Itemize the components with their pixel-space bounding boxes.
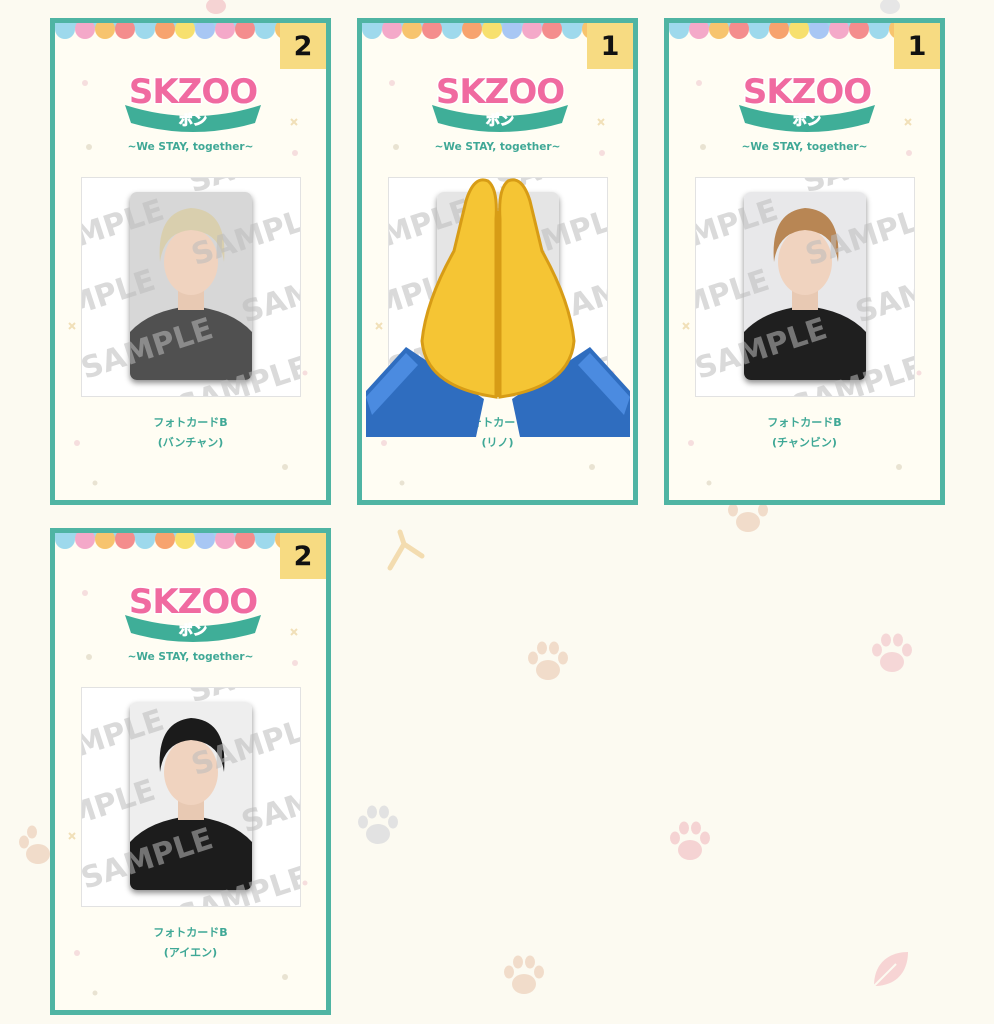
portrait-image bbox=[130, 702, 252, 890]
quantity-badge: 2 bbox=[280, 533, 326, 579]
photocard-frame: SAMPLE SAMPLE SAMPLE SAMPLE SAMPLE SAMPL… bbox=[695, 177, 915, 397]
tagline: ~We STAY, together~ bbox=[127, 141, 254, 153]
photocard-frame: SAMPLE SAMPLE SAMPLE SAMPLE SAMPLE SAMPL… bbox=[81, 687, 301, 907]
skzoo-pon-logo: ポン SKZOO bbox=[432, 71, 568, 132]
svg-text:ポン: ポン bbox=[486, 112, 514, 129]
tagline: ~We STAY, together~ bbox=[741, 141, 868, 153]
member-name: (チャンビン) bbox=[772, 436, 837, 449]
quantity-badge: 2 bbox=[280, 23, 326, 69]
svg-text:SKZOO: SKZOO bbox=[436, 72, 564, 112]
svg-text:ポン: ポン bbox=[793, 112, 821, 129]
tagline: ~We STAY, together~ bbox=[127, 651, 254, 663]
paw-print-icon bbox=[358, 805, 398, 844]
photocard-item[interactable]: 2 ポン SKZOO ~We STAY, together~ SAMPLE SA… bbox=[50, 18, 331, 505]
paw-print-icon bbox=[19, 825, 50, 864]
portrait-image bbox=[744, 192, 866, 380]
skzoo-pon-logo: ポン SKZOO bbox=[125, 71, 261, 132]
item-name: フォトカードB bbox=[153, 416, 228, 429]
photocard-item[interactable]: 2 ポン SKZOO ~We STAY, together~ SAMPLE SA… bbox=[50, 528, 331, 1015]
quantity-badge: 1 bbox=[894, 23, 940, 69]
tagline: ~We STAY, together~ bbox=[434, 141, 561, 153]
blond-hair-photocard bbox=[130, 192, 252, 380]
photocard-item[interactable]: 1 ポン SKZOO ~We STAY, together~ SAMPLE SA… bbox=[357, 18, 638, 505]
paw-print-icon bbox=[528, 641, 568, 680]
skzoo-pon-logo: ポン SKZOO bbox=[739, 71, 875, 132]
paw-print-icon bbox=[728, 503, 768, 532]
leaf-icon bbox=[873, 952, 908, 987]
paw-print-icon bbox=[670, 821, 710, 860]
svg-text:ポン: ポン bbox=[179, 622, 207, 639]
svg-text:SKZOO: SKZOO bbox=[129, 72, 257, 112]
item-name: フォトカードB bbox=[767, 416, 842, 429]
member-name: (バンチャン) bbox=[157, 436, 224, 449]
paw-print-icon bbox=[206, 0, 226, 14]
portrait-image bbox=[130, 192, 252, 380]
folded-hands-emoji bbox=[366, 178, 630, 437]
photocard-item[interactable]: 1 ポン SKZOO ~We STAY, together~ SAMPLE SA… bbox=[664, 18, 945, 505]
light-brown-hair-photocard bbox=[744, 192, 866, 380]
photocard-frame: SAMPLE SAMPLE SAMPLE SAMPLE SAMPLE SAMPL… bbox=[81, 177, 301, 397]
twig-icon bbox=[387, 529, 425, 571]
quantity-badge: 1 bbox=[587, 23, 633, 69]
paw-print-icon bbox=[504, 955, 544, 994]
member-name: (アイエン) bbox=[163, 946, 218, 959]
svg-text:SKZOO: SKZOO bbox=[129, 582, 257, 622]
skzoo-pon-logo: ポン SKZOO bbox=[125, 581, 261, 642]
item-name: フォトカードB bbox=[153, 926, 228, 939]
paw-print-icon bbox=[872, 633, 912, 672]
svg-text:ポン: ポン bbox=[179, 112, 207, 129]
dark-hair-photocard bbox=[130, 702, 252, 890]
svg-text:SKZOO: SKZOO bbox=[743, 72, 871, 112]
paw-print-icon bbox=[880, 0, 900, 14]
